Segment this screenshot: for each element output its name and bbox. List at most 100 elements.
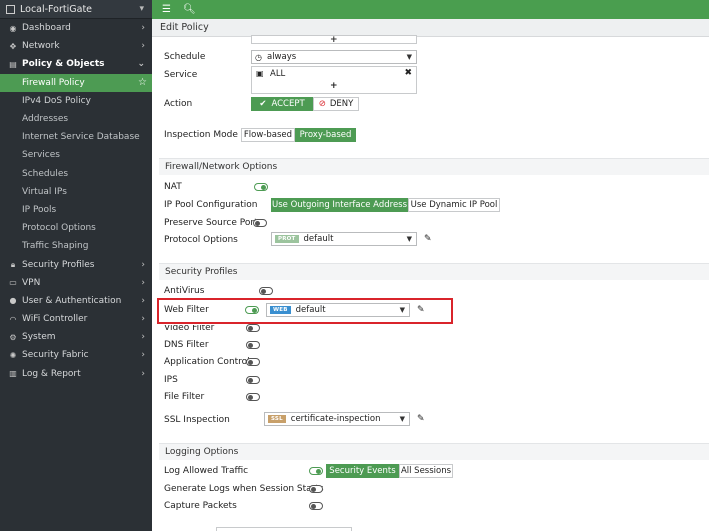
use-outgoing-interface-button[interactable]: Use Outgoing Interface Address <box>271 198 408 212</box>
preserve-source-port-label: Preserve Source Port <box>164 218 258 228</box>
sidebar-item-security-fabric[interactable]: ✺ Security Fabric › <box>0 346 152 364</box>
service-icon: ▣ <box>256 69 264 78</box>
sidebar: Local-FortiGate ▾ ◉ Dashboard › ✥ Network › … <box>0 0 152 531</box>
sidebar-item-internet-service-database[interactable]: Internet Service Database <box>0 128 152 146</box>
fabric-icon: ✺ <box>9 350 17 360</box>
device-selector[interactable]: Local-FortiGate ▾ <box>0 0 152 19</box>
sidebar-item-policy-objects[interactable]: ▤ Policy & Objects ⌄ <box>0 55 152 73</box>
accept-button[interactable]: ✔ ACCEPT <box>251 97 313 111</box>
protocol-options-select[interactable]: PROT default ▼ <box>271 232 417 246</box>
device-name: Local-FortiGate <box>20 3 93 15</box>
comments-box[interactable] <box>216 527 352 531</box>
service-box[interactable]: ▣ ALL ✖ + <box>251 66 417 94</box>
use-dynamic-ip-pool-button[interactable]: Use Dynamic IP Pool <box>408 198 500 212</box>
nat-label: NAT <box>164 182 182 192</box>
schedule-select[interactable]: ◷ always ▼ <box>251 50 417 64</box>
chevron-down-icon: ⌄ <box>137 59 145 70</box>
sidebar-item-firewall-policy[interactable]: Firewall Policy ☆ <box>0 73 152 92</box>
policy-icon: ▤ <box>9 59 17 69</box>
close-icon[interactable]: ✖ <box>404 68 412 78</box>
edit-pencil-icon[interactable]: ✎ <box>424 234 432 244</box>
calendar-icon: ◷ <box>255 52 262 62</box>
ip-pool-label: IP Pool Configuration <box>164 200 258 210</box>
application-control-toggle[interactable] <box>246 358 260 366</box>
sidebar-item-ip-pools[interactable]: IP Pools <box>0 201 152 219</box>
file-filter-toggle[interactable] <box>246 393 260 401</box>
logging-options-header: Logging Options <box>159 443 709 460</box>
chevron-down-icon: ▼ <box>406 235 412 243</box>
sidebar-item-vpn[interactable]: ▭ VPN › <box>0 274 152 292</box>
sidebar-item-wifi-controller[interactable]: ◠ WiFi Controller › <box>0 310 152 328</box>
proxy-based-button[interactable]: Proxy-based <box>295 128 356 142</box>
security-events-button[interactable]: Security Events <box>326 464 399 478</box>
all-sessions-button[interactable]: All Sessions <box>399 464 453 478</box>
deny-button[interactable]: ⊘ DENY <box>313 97 359 111</box>
log-allowed-traffic-label: Log Allowed Traffic <box>164 466 249 476</box>
ssl-inspection-label: SSL Inspection <box>164 415 230 425</box>
ips-toggle[interactable] <box>246 376 260 384</box>
chevron-down-icon: ▼ <box>406 53 412 61</box>
schedule-label: Schedule <box>164 52 206 62</box>
star-icon[interactable]: ☆ <box>138 77 147 88</box>
check-icon: ✔ <box>259 99 267 109</box>
add-icon[interactable]: + <box>330 35 338 45</box>
chevron-right-icon: › <box>141 23 145 34</box>
sidebar-item-security-profiles[interactable]: 🔒︎ Security Profiles › <box>0 255 152 273</box>
add-icon[interactable]: + <box>330 81 338 91</box>
generate-logs-toggle[interactable] <box>309 485 323 493</box>
web-filter-highlight <box>157 298 453 324</box>
ssl-tag: SSL <box>268 415 286 423</box>
sidebar-item-ipv4-dos-policy[interactable]: IPv4 DoS Policy <box>0 92 152 110</box>
preserve-source-port-toggle[interactable] <box>253 219 267 227</box>
protocol-tag: PROT <box>275 235 299 243</box>
sidebar-item-virtual-ips[interactable]: Virtual IPs <box>0 183 152 201</box>
service-label: Service <box>164 70 198 80</box>
edit-pencil-icon[interactable]: ✎ <box>417 414 425 424</box>
chevron-right-icon: › <box>141 350 145 361</box>
antivirus-toggle[interactable] <box>259 287 273 295</box>
chevron-right-icon: › <box>141 368 145 379</box>
generate-logs-label: Generate Logs when Session Starts <box>164 484 324 494</box>
log-allowed-traffic-toggle[interactable] <box>309 467 323 475</box>
chevron-right-icon: › <box>141 277 145 288</box>
chevron-right-icon: › <box>141 41 145 52</box>
capture-packets-toggle[interactable] <box>309 502 323 510</box>
sidebar-item-dashboard[interactable]: ◉ Dashboard › <box>0 19 152 37</box>
gear-icon: ⚙ <box>9 332 17 342</box>
fortigate-icon <box>6 4 15 14</box>
report-icon: ▥ <box>9 369 17 379</box>
chevron-right-icon: › <box>141 295 145 306</box>
page-title: Edit Policy <box>152 19 709 37</box>
deny-icon: ⊘ <box>318 99 326 109</box>
wifi-icon: ◠ <box>9 314 17 324</box>
flow-based-button[interactable]: Flow-based <box>241 128 295 142</box>
video-filter-toggle[interactable] <box>246 324 260 332</box>
sidebar-item-services[interactable]: Services <box>0 146 152 164</box>
chevron-down-icon: ▼ <box>399 415 405 423</box>
file-filter-label: File Filter <box>164 392 205 402</box>
dns-filter-toggle[interactable] <box>246 341 260 349</box>
protocol-options-label: Protocol Options <box>164 235 238 245</box>
application-control-label: Application Control <box>164 357 250 367</box>
sidebar-item-traffic-shaping[interactable]: Traffic Shaping <box>0 237 152 255</box>
sidebar-item-network[interactable]: ✥ Network › <box>0 37 152 55</box>
sidebar-item-user-authentication[interactable]: ● User & Authentication › <box>0 292 152 310</box>
sidebar-item-protocol-options[interactable]: Protocol Options <box>0 219 152 237</box>
ssl-inspection-select[interactable]: SSL certificate-inspection ▼ <box>264 412 410 426</box>
dns-filter-label: DNS Filter <box>164 340 209 350</box>
antivirus-label: AntiVirus <box>164 286 205 296</box>
nat-toggle[interactable] <box>254 183 268 191</box>
chevron-right-icon: › <box>141 314 145 325</box>
search-icon[interactable]: 🔍︎ <box>183 4 196 15</box>
firewall-network-options-header: Firewall/Network Options <box>159 158 709 175</box>
sidebar-item-log-report[interactable]: ▥ Log & Report › <box>0 365 152 383</box>
chevron-right-icon: › <box>141 259 145 270</box>
service-value: ALL <box>270 69 286 79</box>
menu-icon[interactable]: ☰ <box>162 4 171 15</box>
sidebar-item-system[interactable]: ⚙ System › <box>0 328 152 346</box>
vpn-icon: ▭ <box>9 278 17 288</box>
sidebar-item-addresses[interactable]: Addresses <box>0 110 152 128</box>
lock-icon: 🔒︎ <box>10 259 16 269</box>
security-profiles-header: Security Profiles <box>159 263 709 280</box>
sidebar-item-schedules[interactable]: Schedules <box>0 165 152 183</box>
